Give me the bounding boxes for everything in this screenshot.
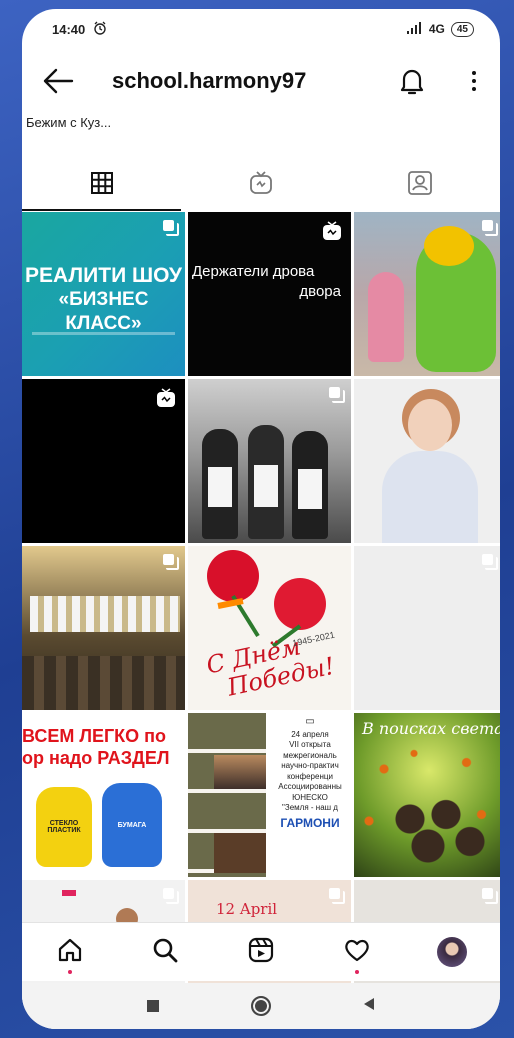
network-type: 4G [428,22,445,36]
profile-tabs [22,159,500,211]
multiple-photos-icon [163,888,179,904]
status-time: 14:40 [52,21,86,37]
triangle-back-icon [363,997,375,1016]
tab-tagged[interactable] [341,159,500,211]
multiple-photos-icon [163,554,179,570]
photo-sunset [214,755,266,789]
multiple-photos-icon [163,220,179,236]
child-figure [368,272,404,362]
notification-dot [354,970,359,974]
apron [208,467,232,507]
event-line: "Земля - наш д [282,803,338,812]
bottom-nav [22,922,500,981]
phone-screen: 14:40 4G 45 school.harmony97 Бежим с Куз… [22,9,500,1029]
post-thumbnail[interactable]: Держатели дрова двора [188,212,351,376]
post-thumbnail[interactable]: РЕАЛИТИ ШОУ «БИЗНЕС КЛАСС» [22,212,185,376]
avatar [437,937,468,967]
post-title: 12 April [216,900,278,918]
event-line: конференци [287,771,333,781]
portrait-shirt [382,451,478,543]
post-subtitle: двора [299,283,341,300]
butterflies [354,743,500,873]
notification-bell-icon[interactable] [398,66,426,96]
multiple-photos-icon [329,387,345,403]
post-title: В поисках света [362,719,500,738]
post-title: РЕАЛИТИ ШОУ [25,264,182,287]
post-thumbnail[interactable] [22,546,185,710]
multiple-photos-icon [482,220,498,236]
post-thumbnail[interactable]: ВСЕМ ЛЕГКО по ор надо РАЗДЕЛ СТЕКЛО ПЛАС… [22,713,185,877]
post-thumbnail[interactable]: В поисках света [354,713,500,877]
multiple-photos-icon [482,554,498,570]
back-button[interactable] [359,996,379,1016]
grid-icon [90,171,114,200]
event-line: научно-практич [281,761,339,770]
recycle-bag-yellow: СТЕКЛО ПЛАСТИК [36,787,92,867]
notification-dot [67,970,72,974]
profile-header: school.harmony97 [22,55,500,107]
confetti-shape [62,890,76,896]
post-title: Держатели дрова [192,263,315,280]
more-options-icon[interactable] [466,68,482,94]
posts-grid: РЕАЛИТИ ШОУ «БИЗНЕС КЛАСС» Держатели дро… [22,212,500,1029]
post-subtitle: «БИЗНЕС КЛАСС» [58,289,149,334]
post-title: ВСЕМ ЛЕГКО по [22,726,167,746]
bio-snippet: Бежим с Куз... [26,115,112,130]
home-button[interactable] [251,996,271,1016]
status-bar: 14:40 4G 45 [22,9,500,49]
alarm-icon [93,21,107,38]
signal-icon [406,21,423,37]
heart-icon [344,937,370,968]
audience [22,656,185,710]
recycle-bag-blue: БУМАГА [102,783,162,867]
event-line: межрегиональ [283,750,337,760]
multiple-photos-icon [482,888,498,904]
igtv-icon [156,388,176,408]
event-date: 24 апреля [291,729,329,739]
post-thumbnail[interactable]: ▭ 24 апреля VII открыта межрегиональ нау… [188,713,351,877]
reels-icon [248,937,274,968]
post-thumbnail[interactable] [354,379,500,543]
event-line: ЮНЕСКО [292,792,328,802]
tab-igtv[interactable] [181,159,340,211]
back-arrow-icon[interactable] [42,67,74,95]
system-nav-bar [22,983,500,1029]
photo-bear [214,833,266,873]
recent-apps-button[interactable] [143,996,163,1016]
post-thumbnail[interactable] [22,379,185,543]
multiple-photos-icon [329,888,345,904]
apron [254,465,278,507]
post-caption-strip [32,332,175,335]
circle-icon [251,996,271,1016]
mascot-head [424,226,474,266]
post-thumbnail[interactable] [354,546,500,710]
event-line: Ассоциированны [278,782,342,791]
igtv-icon [322,221,342,241]
search-icon [152,937,178,968]
post-subtitle: ор надо РАЗДЕЛ [22,748,170,768]
nav-profile[interactable] [432,932,472,972]
bag-label: СТЕКЛО ПЛАСТИК [47,820,81,834]
nav-search[interactable] [145,932,185,972]
harmony-logo: ГАРМОНИ [280,815,340,830]
unesco-logo: ▭ [305,716,315,727]
tab-grid[interactable] [22,159,182,211]
stage-performers [30,596,180,632]
battery-icon: 45 [450,21,474,37]
home-icon [57,937,83,968]
event-line: VII открыта [289,740,331,749]
nav-home[interactable] [50,932,90,974]
square-icon [147,1000,159,1012]
nav-activity[interactable] [337,932,377,974]
igtv-icon [248,170,274,201]
tagged-person-icon [407,170,433,201]
portrait-face [408,399,452,451]
nav-reels[interactable] [241,932,281,972]
profile-username: school.harmony97 [112,68,307,93]
post-thumbnail[interactable]: С Днём Победы! 1945-2021 [188,546,351,710]
post-thumbnail[interactable] [188,379,351,543]
bag-label: БУМАГА [117,821,147,829]
apron [298,469,322,509]
post-thumbnail[interactable] [354,212,500,376]
